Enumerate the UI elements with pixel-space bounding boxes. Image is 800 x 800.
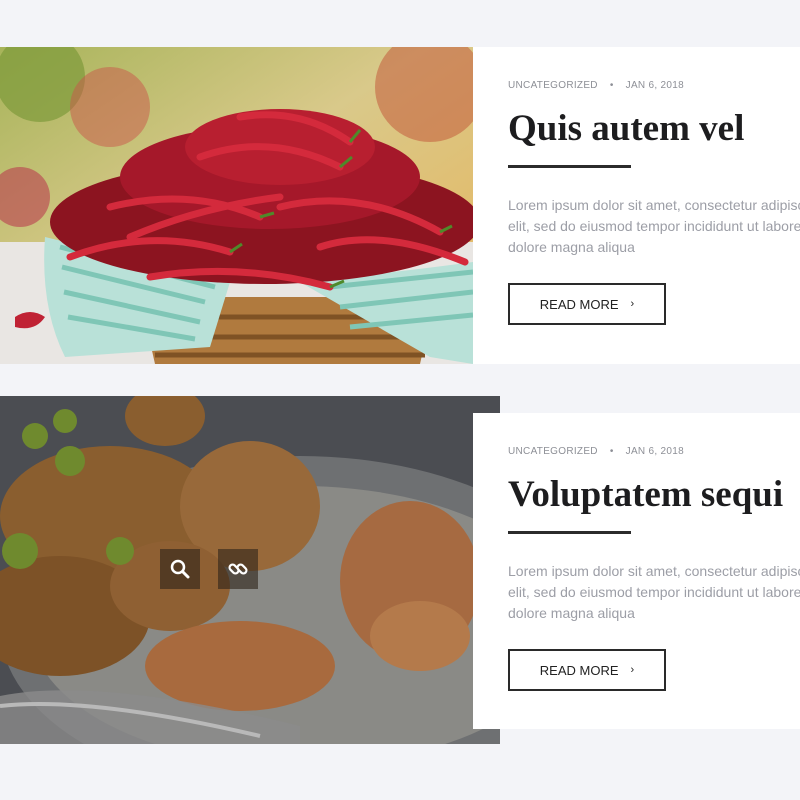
read-more-label: READ MORE (539, 296, 619, 312)
post-1-card: UNCATEGORIZED • JAN 6, 2018 Quis autem vel… (473, 47, 800, 364)
link-icon (227, 558, 249, 580)
post-meta: UNCATEGORIZED • JAN 6, 2018 (508, 446, 684, 457)
post-date[interactable]: JAN 6, 2018 (626, 446, 684, 457)
read-more-button[interactable]: READ MORE › (508, 649, 666, 691)
meta-separator: • (609, 80, 614, 91)
read-more-button[interactable]: READ MORE › (508, 283, 666, 325)
permalink-button[interactable] (218, 549, 258, 589)
post-excerpt: Lorem ipsum dolor sit amet, consectetur … (508, 563, 800, 621)
title-divider (508, 531, 631, 534)
post-2-card: UNCATEGORIZED • JAN 6, 2018 Voluptatem seq… (473, 413, 800, 729)
post-category[interactable]: UNCATEGORIZED (508, 80, 598, 91)
post-date[interactable]: JAN 6, 2018 (626, 80, 684, 91)
search-icon (170, 559, 190, 579)
post-2-image[interactable] (0, 396, 500, 744)
post-excerpt: Lorem ipsum dolor sit amet, consectetur … (508, 197, 800, 255)
chevron-right-icon: › (630, 664, 635, 676)
image-hover-actions (160, 549, 258, 589)
title-divider (508, 165, 631, 168)
post-title[interactable]: Voluptatem sequi (508, 473, 783, 516)
post-meta: UNCATEGORIZED • JAN 6, 2018 (508, 80, 684, 91)
post-category[interactable]: UNCATEGORIZED (508, 446, 598, 457)
post-title[interactable]: Quis autem vel (508, 107, 744, 150)
read-more-label: READ MORE (539, 662, 619, 678)
chevron-right-icon: › (630, 298, 635, 310)
zoom-button[interactable] (160, 549, 200, 589)
meta-separator: • (609, 446, 614, 457)
chili-basket-photo (0, 47, 473, 364)
post-1-image[interactable] (0, 47, 473, 364)
